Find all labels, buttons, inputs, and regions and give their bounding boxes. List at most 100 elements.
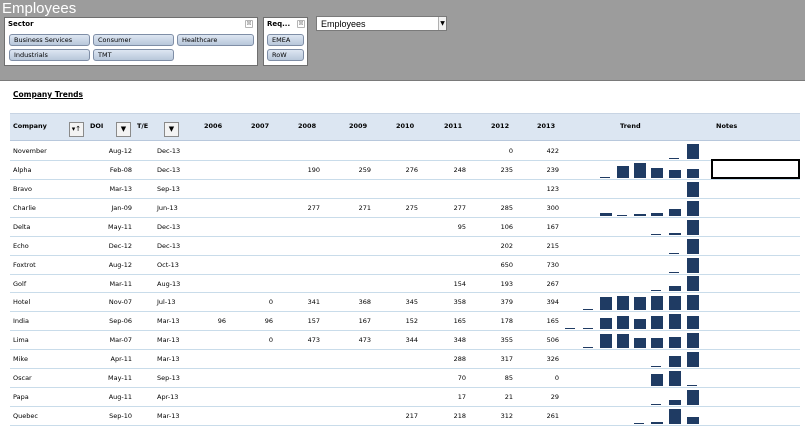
trend-bar	[600, 334, 612, 349]
value-cell-2011: 348	[453, 336, 466, 345]
te-cell: Dec-13	[157, 147, 181, 155]
doi-cell: Aug-12	[108, 260, 132, 269]
trend-bar	[687, 200, 699, 216]
trend-bar	[669, 232, 681, 235]
trend-bar	[669, 400, 681, 406]
te-cell: Mar-13	[157, 355, 180, 364]
value-cell-2013: 29	[550, 393, 559, 402]
value-cell-2010: 217	[405, 412, 418, 421]
value-cell-2011: 154	[453, 279, 466, 288]
value-cell-2009: 368	[358, 298, 371, 307]
value-cell-2013: 123	[546, 184, 559, 193]
doi-cell: Mar-07	[109, 336, 132, 345]
company-name: Foxtrot	[13, 260, 36, 269]
value-cell-2010: 345	[405, 298, 418, 307]
section-title: Company Trends	[13, 90, 83, 99]
trend-bar	[634, 297, 646, 311]
value-cell-2012: 285	[500, 203, 513, 212]
trend-bar	[669, 337, 681, 349]
clear-filter-icon[interactable]: ⊠	[297, 20, 305, 28]
region-chip-row[interactable]: RoW	[267, 49, 304, 61]
te-cell: Mar-13	[157, 336, 180, 345]
row-divider	[10, 235, 800, 237]
te-cell: Aug-13	[157, 279, 181, 288]
trend-bar	[669, 157, 679, 159]
value-cell-2012: 355	[500, 336, 513, 345]
value-cell-2012: 379	[500, 298, 513, 307]
value-cell-2012: 0	[508, 147, 513, 155]
value-cell-2009: 167	[358, 317, 371, 326]
row-divider	[10, 406, 800, 408]
doi-cell: Jan-09	[111, 203, 132, 212]
trend-bar	[634, 213, 646, 216]
chevron-down-icon[interactable]: ▼	[164, 122, 179, 137]
value-cell-2013: 326	[546, 355, 559, 364]
trend-bar	[651, 404, 661, 406]
region-chip-emea[interactable]: EMEA	[267, 34, 304, 46]
trend-bar	[600, 212, 612, 216]
sector-chip-business-services[interactable]: Business Services	[9, 34, 90, 46]
trend-bar	[669, 314, 681, 330]
trend-bar	[617, 214, 627, 216]
te-cell: Oct-13	[157, 260, 179, 269]
value-cell-2007: 96	[264, 317, 273, 326]
trend-bar	[687, 316, 699, 330]
value-cell-2011: 358	[453, 298, 466, 307]
value-cell-2012: 312	[500, 412, 513, 421]
trend-bar	[669, 296, 681, 311]
value-cell-2013: 422	[546, 147, 559, 155]
value-cell-2013: 506	[546, 336, 559, 345]
value-cell-2011: 165	[453, 317, 466, 326]
company-name: Mike	[13, 355, 28, 364]
trend-bar	[634, 422, 644, 424]
sector-chip-tmt[interactable]: TMT	[93, 49, 174, 61]
region-slicer-header: Req...	[267, 20, 291, 28]
row-divider	[10, 311, 800, 313]
sector-chip-consumer[interactable]: Consumer	[93, 34, 174, 46]
value-cell-2010: 276	[405, 165, 418, 174]
te-cell: Dec-13	[157, 222, 181, 231]
row-divider	[10, 178, 800, 180]
sector-chip-healthcare[interactable]: Healthcare	[177, 34, 254, 46]
value-cell-2013: 0	[554, 374, 559, 383]
value-cell-2013: 261	[546, 412, 559, 421]
doi-cell: Mar-13	[109, 184, 132, 193]
trend-bar	[669, 356, 681, 368]
row-divider	[10, 254, 800, 256]
value-cell-2009: 271	[358, 203, 371, 212]
company-name: Quebec	[13, 412, 38, 421]
value-cell-2011: 17	[457, 393, 466, 402]
notes-cell-selected[interactable]	[711, 159, 800, 179]
te-cell: Dec-13	[157, 165, 181, 174]
value-cell-2013: 167	[546, 222, 559, 231]
te-cell: Dec-13	[157, 241, 181, 250]
region-slicer: Req... ⊠ EMEA RoW	[263, 17, 308, 66]
header-notes: Notes	[716, 122, 738, 130]
row-divider	[10, 368, 800, 370]
doi-cell: May-11	[108, 222, 132, 231]
value-cell-2013: 267	[546, 279, 559, 288]
clear-filter-icon[interactable]: ⊠	[245, 20, 253, 28]
header-te: T/E	[137, 122, 149, 130]
value-cell-2012: 85	[504, 374, 513, 383]
row-divider	[10, 292, 800, 294]
trend-bar	[634, 162, 646, 178]
chevron-down-icon[interactable]: ▼	[116, 122, 131, 137]
sector-slicer: Sector ⊠ Business Services Consumer Heal…	[4, 17, 258, 66]
trend-bar	[651, 374, 663, 387]
header-company: Company	[13, 122, 47, 130]
metric-dropdown[interactable]: Employees ▼	[316, 16, 447, 31]
value-cell-2013: 730	[546, 260, 559, 269]
doi-cell: May-11	[108, 374, 132, 383]
chevron-down-icon[interactable]: ▼	[438, 17, 446, 30]
trend-bar	[687, 238, 699, 254]
te-cell: Sep-13	[157, 184, 180, 193]
company-name: Delta	[13, 222, 31, 231]
doi-cell: Nov-07	[108, 298, 132, 307]
filter-sort-icon[interactable]: ▾↑	[69, 122, 84, 137]
value-cell-2012: 193	[500, 279, 513, 288]
value-cell-2008: 277	[307, 203, 320, 212]
trend-bar	[600, 318, 612, 330]
value-cell-2012: 650	[500, 260, 513, 269]
sector-chip-industrials[interactable]: Industrials	[9, 49, 90, 61]
